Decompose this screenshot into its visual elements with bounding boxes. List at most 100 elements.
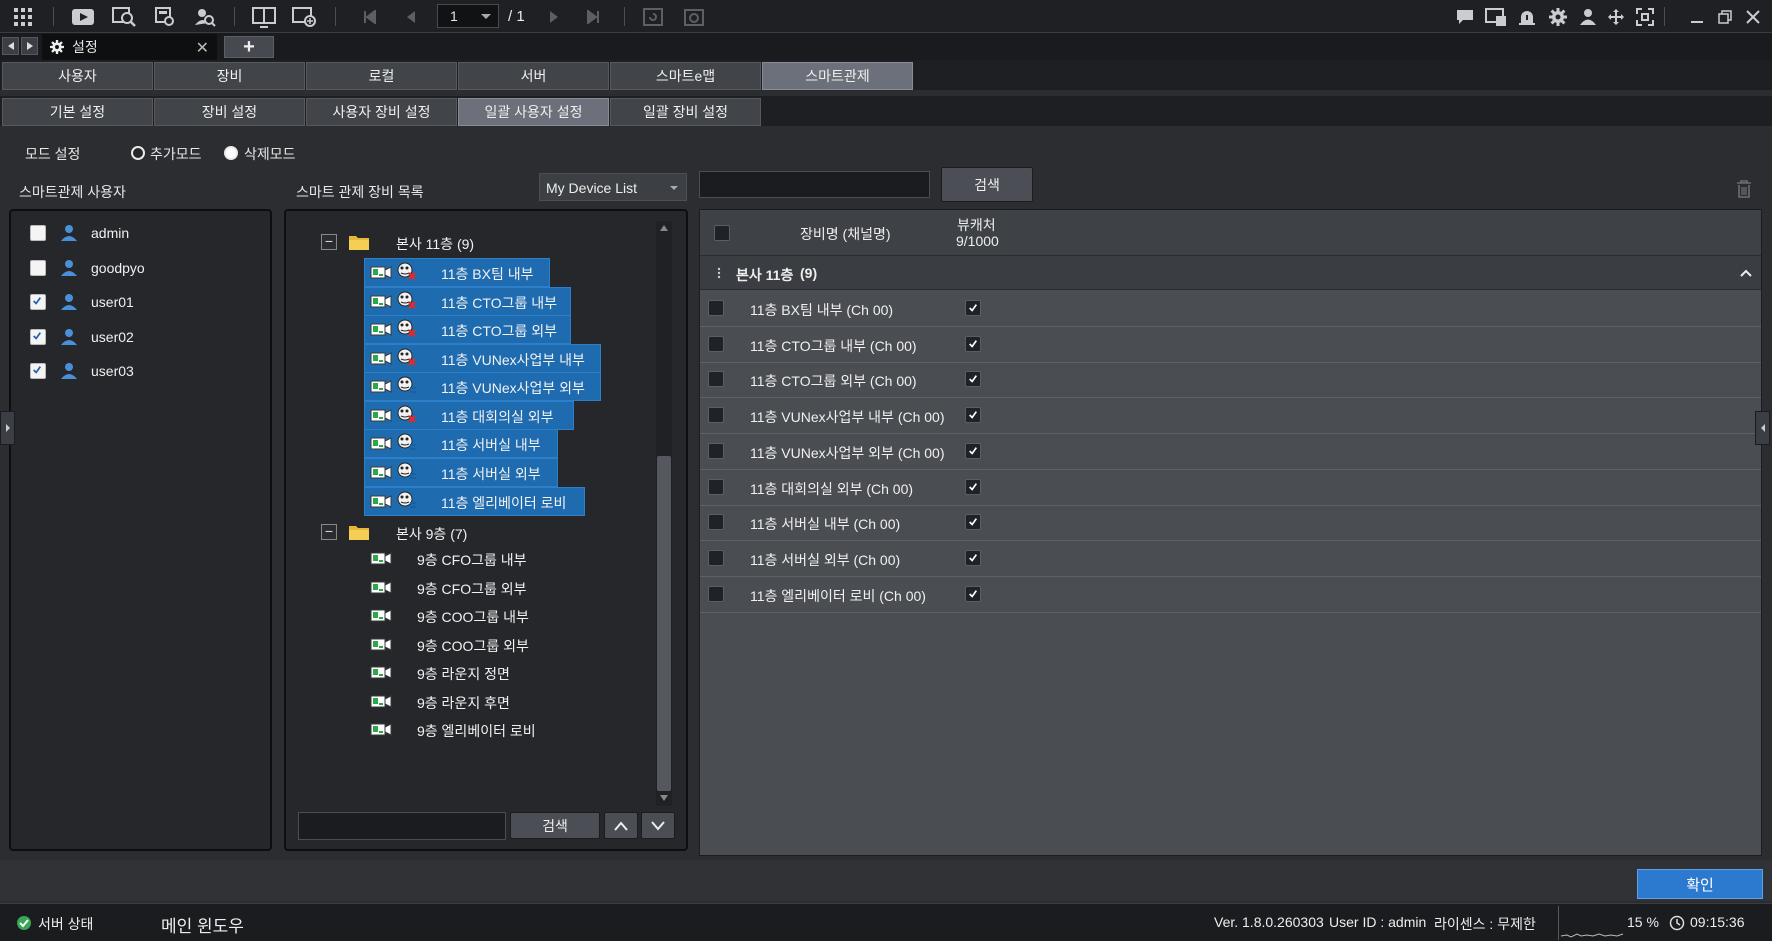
tree-scroll-thumb[interactable] [657, 456, 671, 791]
user-checkbox-checked[interactable] [30, 363, 46, 379]
move-up-button[interactable] [604, 812, 638, 839]
trash-icon[interactable] [1736, 180, 1752, 198]
user-row-user02[interactable]: user02 [11, 322, 261, 352]
tree-device-label[interactable]: 9층 엘리베이터 로비 [417, 721, 536, 741]
grid-menu-icon[interactable] [10, 4, 36, 29]
tree-device-label[interactable]: 9층 라운지 후면 [417, 693, 510, 713]
row-select-checkbox[interactable] [708, 335, 724, 352]
row-select-checkbox[interactable] [708, 300, 724, 316]
row-select-checkbox[interactable] [708, 478, 724, 495]
left-collapse-handle[interactable] [0, 411, 15, 445]
table-row[interactable]: 11층 CTO그룹 내부 (Ch 00) [700, 327, 1761, 363]
device-list-select[interactable]: My Device List [539, 173, 687, 201]
row-select-checkbox[interactable] [708, 549, 724, 566]
user-row-admin[interactable]: admin [11, 218, 261, 248]
message-icon[interactable] [1452, 4, 1478, 29]
user-row-user03[interactable]: user03 [11, 356, 261, 386]
close-tab-icon[interactable]: ✕ [196, 38, 209, 58]
tree-device-label[interactable]: 9층 라운지 정면 [417, 664, 510, 684]
table-row[interactable]: 11층 대회의실 외부 (Ch 00) [700, 470, 1761, 506]
viewer-checkbox-checked[interactable] [965, 442, 981, 459]
move-icon[interactable] [1603, 4, 1629, 29]
gear-icon[interactable] [1545, 4, 1571, 29]
next-page-icon[interactable] [541, 4, 567, 29]
table-row[interactable]: 11층 VUNex사업부 내부 (Ch 00) [700, 398, 1761, 435]
viewer-checkbox-checked[interactable] [965, 549, 981, 566]
tab-server[interactable]: 서버 [458, 62, 609, 90]
user-row-user01[interactable]: user01 [11, 287, 261, 317]
screen-layout-icon[interactable] [251, 4, 277, 29]
chevron-down-icon[interactable] [660, 795, 668, 801]
live-play-icon[interactable] [70, 4, 96, 29]
tab-scroll-left-button[interactable] [2, 37, 19, 55]
refresh-screen-icon[interactable] [640, 4, 666, 29]
user-profile-icon[interactable] [1575, 4, 1601, 29]
close-icon[interactable] [1740, 4, 1766, 29]
tree-device-label[interactable]: 9층 COO그룹 외부 [417, 636, 529, 656]
user-checkbox[interactable] [30, 225, 46, 241]
screen-capture-icon[interactable] [681, 4, 707, 29]
table-row[interactable]: 11층 BX팀 내부 (Ch 00) [700, 291, 1761, 327]
event-search-icon[interactable] [152, 4, 178, 29]
viewer-checkbox-checked[interactable] [965, 407, 981, 424]
row-select-checkbox[interactable] [708, 585, 724, 602]
row-select-checkbox[interactable] [708, 442, 724, 459]
user-checkbox-checked[interactable] [30, 294, 46, 310]
restore-icon[interactable] [1712, 4, 1738, 29]
user-checkbox-checked[interactable] [30, 329, 46, 345]
drag-handle-icon[interactable] [717, 267, 721, 279]
table-row[interactable]: 11층 CTO그룹 외부 (Ch 00) [700, 362, 1761, 399]
add-mode-label[interactable]: 추가모드 [150, 144, 202, 164]
viewer-checkbox-checked[interactable] [965, 514, 981, 531]
tab-smart-control[interactable]: 스마트관제 [762, 62, 913, 90]
subtab-device-settings[interactable]: 장비 설정 [154, 98, 305, 126]
table-row[interactable]: 11층 VUNex사업부 외부 (Ch 00) [700, 434, 1761, 470]
last-page-icon[interactable] [580, 4, 606, 29]
viewer-checkbox-checked[interactable] [965, 478, 981, 495]
row-select-checkbox[interactable] [708, 514, 724, 531]
first-page-icon[interactable] [357, 4, 383, 29]
tree-group-11f[interactable]: − 본사 11층 (9) [286, 228, 646, 257]
collapse-icon[interactable]: − [321, 234, 337, 250]
right-collapse-handle[interactable] [1755, 411, 1770, 445]
tab-user[interactable]: 사용자 [2, 62, 153, 90]
viewer-checkbox-checked[interactable] [965, 371, 981, 388]
minimize-icon[interactable] [1684, 4, 1710, 29]
tab-device[interactable]: 장비 [154, 62, 305, 90]
delete-mode-radio[interactable] [224, 146, 238, 160]
add-tab-button[interactable]: + [224, 36, 274, 58]
alarm-icon[interactable] [1514, 4, 1540, 29]
ok-button[interactable]: 확인 [1637, 869, 1763, 899]
prev-page-icon[interactable] [398, 4, 424, 29]
table-row[interactable]: 11층 서버실 외부 (Ch 00) [700, 541, 1761, 577]
subtab-bulk-device-settings[interactable]: 일괄 장비 설정 [610, 98, 761, 126]
tree-device-label[interactable]: 9층 CFO그룹 내부 [417, 550, 527, 570]
user-row-goodpyo[interactable]: goodpyo [11, 253, 261, 283]
subtab-basic-settings[interactable]: 기본 설정 [2, 98, 153, 126]
select-all-checkbox[interactable] [714, 225, 730, 241]
add-mode-radio[interactable] [131, 146, 145, 160]
notice-screen-icon[interactable] [1483, 4, 1509, 29]
playback-search-icon[interactable] [111, 4, 137, 29]
subtab-user-device-settings[interactable]: 사용자 장비 설정 [306, 98, 457, 126]
tree-device-label[interactable]: 9층 CFO그룹 외부 [417, 579, 527, 599]
right-search-button[interactable]: 검색 [941, 167, 1033, 202]
table-group-header[interactable]: 본사 11층 (9) [700, 256, 1761, 290]
tree-search-input[interactable] [298, 812, 506, 840]
viewer-checkbox-checked[interactable] [965, 335, 981, 352]
right-search-input[interactable] [699, 171, 930, 198]
collapse-icon[interactable]: − [321, 524, 337, 540]
tree-scrollbar[interactable] [656, 221, 672, 806]
tab-smart-emap[interactable]: 스마트e맵 [610, 62, 761, 90]
user-checkbox[interactable] [30, 260, 46, 276]
tree-device-label[interactable]: 9층 COO그룹 내부 [417, 607, 529, 627]
viewer-checkbox-checked[interactable] [965, 300, 981, 316]
tree-search-button[interactable]: 검색 [510, 812, 600, 839]
viewer-checkbox-checked[interactable] [965, 585, 981, 602]
page-number-select[interactable]: 1 [437, 4, 499, 28]
subtab-bulk-user-settings[interactable]: 일괄 사용자 설정 [458, 98, 609, 126]
fullscreen-icon[interactable] [1632, 4, 1658, 29]
chevron-up-icon[interactable] [1740, 269, 1752, 277]
table-row[interactable]: 11층 서버실 내부 (Ch 00) [700, 505, 1761, 542]
move-down-button[interactable] [641, 812, 675, 839]
